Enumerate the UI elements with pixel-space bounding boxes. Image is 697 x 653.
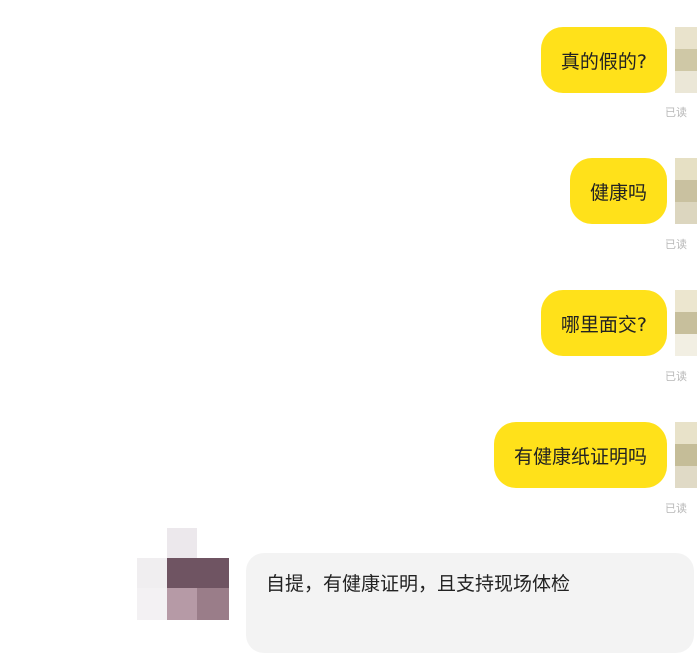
read-status: 已读 [665, 238, 687, 251]
outgoing-message: 哪里面交? [0, 290, 697, 356]
avatar[interactable] [675, 290, 697, 356]
read-status: 已读 [665, 106, 687, 119]
read-status: 已读 [665, 370, 687, 383]
read-status: 已读 [665, 502, 687, 515]
outgoing-message: 真的假的? [0, 27, 697, 93]
outgoing-message: 健康吗 [0, 158, 697, 224]
message-bubble[interactable]: 真的假的? [540, 27, 667, 93]
avatar[interactable] [675, 422, 697, 488]
avatar[interactable] [675, 27, 697, 93]
incoming-message-bubble[interactable]: 自提，有健康证明，且支持现场体检 [246, 553, 694, 653]
message-bubble[interactable]: 哪里面交? [540, 290, 667, 356]
outgoing-message: 有健康纸证明吗 [0, 422, 697, 488]
avatar[interactable] [137, 528, 229, 620]
message-bubble[interactable]: 健康吗 [569, 158, 667, 224]
avatar[interactable] [675, 158, 697, 224]
message-bubble[interactable]: 有健康纸证明吗 [493, 422, 667, 488]
